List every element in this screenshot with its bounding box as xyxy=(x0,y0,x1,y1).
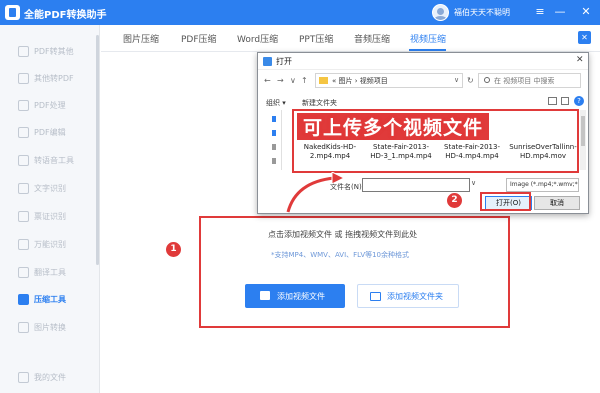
app-logo-icon xyxy=(5,5,20,20)
close-window-icon[interactable]: ✕ xyxy=(578,4,594,20)
nav-marker xyxy=(272,116,276,122)
menu-icon[interactable]: ≡ xyxy=(532,4,548,20)
active-tab-indicator xyxy=(409,49,446,51)
nav-marker xyxy=(272,144,276,150)
ocr-icon xyxy=(18,183,29,194)
sidebar-item-pdf-to-other[interactable]: PDF转其他 xyxy=(0,39,100,65)
sidebar-item-universal-scan[interactable]: 万能识别 xyxy=(0,232,100,258)
audio-icon xyxy=(18,155,29,166)
search-icon xyxy=(484,77,490,83)
view-options-icon[interactable] xyxy=(548,97,557,105)
scan-icon xyxy=(18,239,29,250)
sidebar-item-label: 压缩工具 xyxy=(34,295,66,304)
folder-icon xyxy=(18,372,29,383)
address-path: « 图片 › 视频项目 xyxy=(332,77,388,85)
sidebar-item-label: PDF编辑 xyxy=(34,128,66,137)
process-icon xyxy=(18,100,29,111)
sidebar-item-ocr[interactable]: 文字识别 xyxy=(0,176,100,202)
step-badge-1: 1 xyxy=(165,241,182,258)
sidebar-item-my-files[interactable]: 我的文件 xyxy=(0,365,100,391)
dialog-app-icon xyxy=(263,57,272,66)
title-bar: 全能PDF转换助手 福伯天天不聪明 ≡ — ✕ xyxy=(0,0,600,25)
tab-word-compress[interactable]: Word压缩 xyxy=(237,32,278,45)
folder-icon xyxy=(319,77,328,84)
new-folder-button[interactable]: 新建文件夹 xyxy=(302,98,337,108)
sidebar-item-label: 文字识别 xyxy=(34,184,66,193)
tab-ppt-compress[interactable]: PPT压缩 xyxy=(299,32,333,45)
tab-audio-compress[interactable]: 音频压缩 xyxy=(354,32,390,45)
app-title: 全能PDF转换助手 xyxy=(24,10,107,21)
tab-pdf-compress[interactable]: PDF压缩 xyxy=(181,32,217,45)
dialog-title: 打开 xyxy=(276,57,292,66)
multi-upload-callout: 可上传多个视频文件 xyxy=(297,113,490,140)
sidebar-scrollbar[interactable] xyxy=(96,35,99,265)
upload-zone-highlight xyxy=(199,216,510,328)
step-badge-2: 2 xyxy=(446,192,463,209)
pdf-icon xyxy=(18,46,29,57)
image-icon xyxy=(18,322,29,333)
cancel-button[interactable]: 取消 xyxy=(534,196,580,210)
curved-arrow-icon xyxy=(285,172,346,213)
recent-icon[interactable]: ∨ xyxy=(290,76,296,85)
preview-pane-icon[interactable] xyxy=(561,97,569,105)
back-icon[interactable]: ← xyxy=(264,76,271,85)
sidebar-item-other-to-pdf[interactable]: 其他转PDF xyxy=(0,66,100,92)
sidebar: PDF转其他 其他转PDF PDF处理 PDF编辑 转语音工具 文字识别 票证识… xyxy=(0,25,100,393)
tab-bar: 图片压缩 PDF压缩 Word压缩 PPT压缩 音频压缩 视频压缩 ✕ xyxy=(101,25,600,52)
file-type-value: Image (*.mp4;*.wmv;*.avi;*.flv xyxy=(510,181,578,188)
help-icon[interactable]: ? xyxy=(574,96,584,106)
file-type-select[interactable]: Image (*.mp4;*.wmv;*.avi;*.flv xyxy=(506,178,579,192)
sidebar-item-label: 其他转PDF xyxy=(34,74,74,83)
sidebar-item-ticket[interactable]: 票证识别 xyxy=(0,204,100,230)
refresh-icon[interactable]: ↻ xyxy=(467,76,474,85)
tab-image-compress[interactable]: 图片压缩 xyxy=(123,32,159,45)
close-panel-icon[interactable]: ✕ xyxy=(578,31,591,44)
sidebar-item-compress[interactable]: 压缩工具 xyxy=(0,287,100,313)
sidebar-item-audio[interactable]: 转语音工具 xyxy=(0,148,100,174)
dialog-titlebar: 打开 ✕ xyxy=(258,53,588,70)
user-avatar[interactable] xyxy=(432,4,449,21)
organize-menu[interactable]: 组织 ▾ xyxy=(266,98,286,108)
forward-icon[interactable]: → xyxy=(277,76,284,85)
sidebar-item-label: PDF处理 xyxy=(34,101,66,110)
address-bar[interactable]: « 图片 › 视频项目 ∨ xyxy=(315,73,463,88)
filename-input[interactable] xyxy=(362,178,470,192)
translate-icon xyxy=(18,267,29,278)
sidebar-item-image-convert[interactable]: 图片转换 xyxy=(0,315,100,341)
sidebar-item-pdf-process[interactable]: PDF处理 xyxy=(0,93,100,119)
dialog-toolbar: 组织 ▾ 新建文件夹 ? xyxy=(258,95,588,109)
navigation-pane[interactable] xyxy=(258,110,282,170)
convert-icon xyxy=(18,73,29,84)
sidebar-item-label: 票证识别 xyxy=(34,212,66,221)
tab-video-compress[interactable]: 视频压缩 xyxy=(410,32,446,45)
nav-marker xyxy=(272,130,276,136)
chevron-down-icon[interactable]: ∨ xyxy=(471,179,476,187)
sidebar-item-label: PDF转其他 xyxy=(34,47,74,56)
sidebar-item-label: 万能识别 xyxy=(34,240,66,249)
nav-marker xyxy=(272,158,276,164)
search-placeholder: 在 视频项目 中搜索 xyxy=(494,77,555,85)
sidebar-item-label: 我的文件 xyxy=(34,373,66,382)
chevron-down-icon[interactable]: ∨ xyxy=(454,76,459,84)
file-list-scrollbar[interactable] xyxy=(580,110,586,170)
sidebar-item-translate[interactable]: 翻译工具 xyxy=(0,260,100,286)
ticket-icon xyxy=(18,211,29,222)
search-input[interactable]: 在 视频项目 中搜索 xyxy=(478,73,581,88)
edit-icon xyxy=(18,127,29,138)
sidebar-item-label: 翻译工具 xyxy=(34,268,66,277)
sidebar-item-label: 图片转换 xyxy=(34,323,66,332)
sidebar-item-pdf-edit[interactable]: PDF编辑 xyxy=(0,120,100,146)
open-button-highlight xyxy=(480,192,531,211)
minimize-icon[interactable]: — xyxy=(552,4,568,20)
up-icon[interactable]: ↑ xyxy=(301,76,308,85)
dialog-close-icon[interactable]: ✕ xyxy=(576,55,584,65)
user-name[interactable]: 福伯天天不聪明 xyxy=(454,7,510,18)
compress-icon xyxy=(18,294,29,305)
sidebar-item-label: 转语音工具 xyxy=(34,156,74,165)
